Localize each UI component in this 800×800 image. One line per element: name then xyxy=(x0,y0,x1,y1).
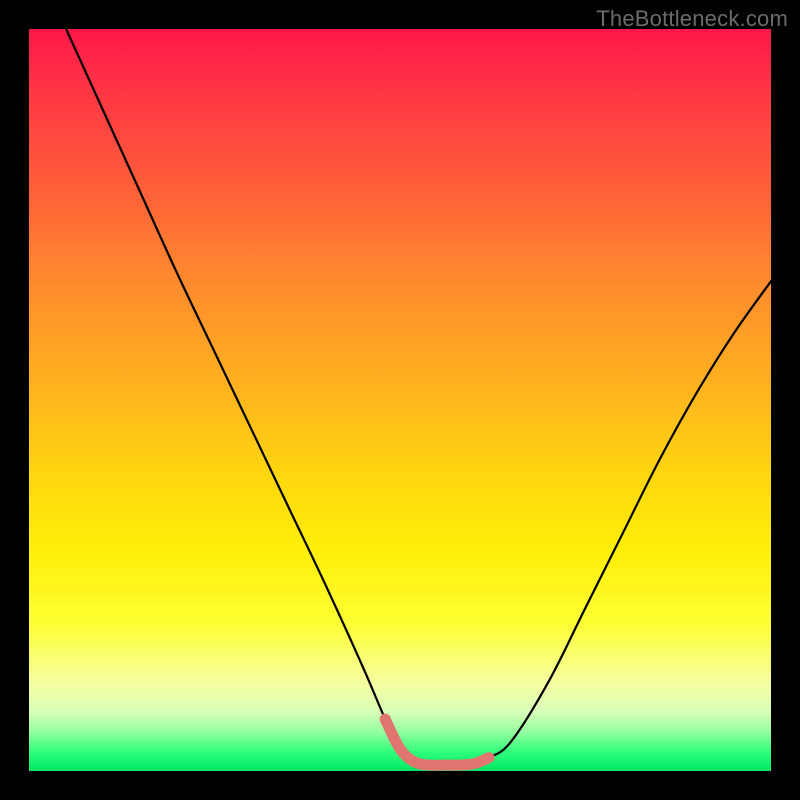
bottleneck-curve-line xyxy=(66,29,771,765)
watermark-text: TheBottleneck.com xyxy=(596,6,788,32)
optimal-band-line xyxy=(385,719,489,765)
plot-area xyxy=(29,29,771,771)
chart-frame: TheBottleneck.com xyxy=(0,0,800,800)
bottleneck-curve-svg xyxy=(29,29,771,771)
